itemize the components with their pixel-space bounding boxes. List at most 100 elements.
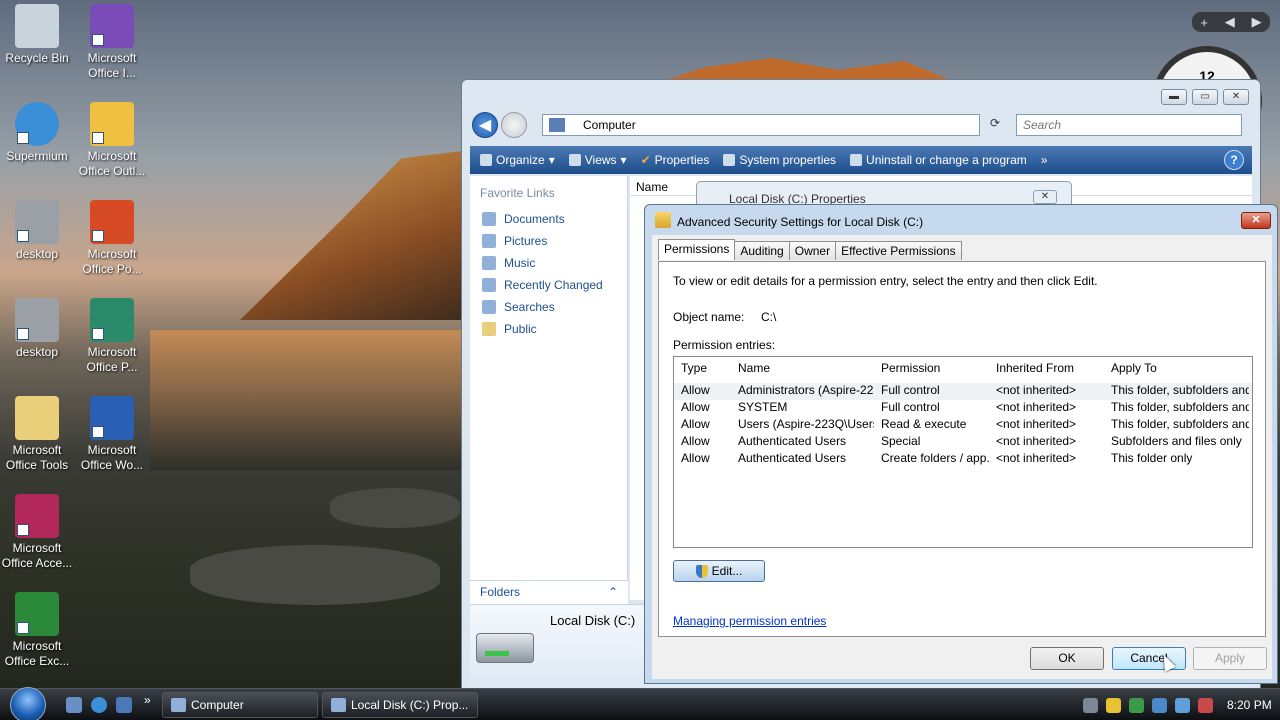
desktop-icon-publisher[interactable]: Microsoft Office P... [72, 298, 152, 375]
column-permission[interactable]: Permission [881, 361, 991, 375]
music-icon [482, 256, 496, 270]
folders-toggle[interactable]: Folders ⌃ [470, 580, 628, 604]
wallpaper-rock [190, 545, 440, 605]
drive-icon [331, 698, 346, 712]
table-row[interactable]: Allow Authenticated Users Special <not i… [674, 434, 1252, 451]
table-row[interactable]: Allow SYSTEM Full control <not inherited… [674, 400, 1252, 417]
taskbar-clock[interactable]: 8:20 PM [1227, 698, 1272, 712]
list-header: Type Name Permission Inherited From Appl… [674, 361, 1252, 381]
desktop-icon-office-tools[interactable]: Microsoft Office Tools [0, 396, 77, 473]
system-properties-icon [723, 154, 736, 166]
desktop-icon-word[interactable]: Microsoft Office Wo... [72, 396, 152, 473]
favorite-links-heading: Favorite Links [480, 186, 555, 200]
desktop-icon-desktop-2[interactable]: desktop [0, 298, 77, 360]
next-gadget-icon[interactable]: ▶ [1252, 14, 1262, 30]
tab-permissions[interactable]: Permissions [658, 239, 736, 260]
views-button[interactable]: Views ▾ [568, 153, 627, 167]
powerpoint-icon [90, 200, 134, 244]
properties-button[interactable]: ✔ Properties [641, 153, 710, 167]
advanced-security-dialog[interactable]: Advanced Security Settings for Local Dis… [644, 204, 1278, 684]
favorite-link-music[interactable]: Music [470, 252, 627, 274]
uninstall-icon [850, 154, 863, 166]
dialog-close-button[interactable]: ✕ [1241, 212, 1271, 229]
desktop-icon-excel[interactable]: Microsoft Office Exc... [0, 592, 77, 669]
minimize-button[interactable]: ▬ [1161, 89, 1187, 105]
volume-muted-icon[interactable] [1198, 697, 1213, 713]
managing-permissions-link[interactable]: Managing permission entries [673, 614, 826, 628]
permission-entries-label: Permission entries: [673, 338, 776, 352]
gadget-sidebar-controls[interactable]: + ◀ ▶ [1192, 12, 1270, 32]
back-button[interactable]: ◀ [472, 112, 498, 138]
computer-icon [549, 118, 565, 132]
network-tray-icon[interactable] [1083, 697, 1098, 713]
switch-windows-icon[interactable] [116, 697, 132, 713]
edit-button[interactable]: Edit... [673, 560, 765, 582]
prev-gadget-icon[interactable]: ◀ [1225, 14, 1235, 30]
help-icon[interactable]: ? [1224, 150, 1244, 170]
column-apply-to[interactable]: Apply To [1111, 361, 1249, 375]
desktop-icon-recycle-bin[interactable]: Recycle Bin [0, 4, 77, 66]
settings-gear-icon [15, 200, 59, 244]
office-infopath-icon [90, 4, 134, 48]
table-row[interactable]: Allow Administrators (Aspire-223... Full… [674, 383, 1252, 400]
ok-button[interactable]: OK [1030, 647, 1104, 670]
checkmark-icon: ✔ [640, 153, 651, 167]
object-name-value: C:\ [761, 310, 777, 324]
more-commands-button[interactable]: » [1041, 153, 1048, 167]
favorite-link-documents[interactable]: Documents [470, 208, 627, 230]
desktop-icon-access[interactable]: Microsoft Office Acce... [0, 494, 77, 571]
favorite-link-public[interactable]: Public [470, 318, 627, 340]
tray-icon[interactable] [1129, 697, 1144, 713]
desktop-icon-outlook[interactable]: Microsoft Office Outl... [72, 102, 152, 179]
tab-auditing[interactable]: Auditing [734, 241, 790, 260]
show-desktop-icon[interactable] [66, 697, 82, 713]
column-name[interactable]: Name [738, 361, 874, 375]
table-row[interactable]: Allow Users (Aspire-223Q\Users) Read & e… [674, 417, 1252, 434]
instructions-text: To view or edit details for a permission… [673, 274, 1098, 288]
organize-button[interactable]: Organize ▾ [480, 153, 555, 167]
column-type[interactable]: Type [681, 361, 731, 375]
favorite-link-searches[interactable]: Searches [470, 296, 627, 318]
address-bar[interactable]: Computer [542, 114, 980, 136]
dialog-title: Advanced Security Settings for Local Dis… [677, 215, 924, 229]
browser-quicklaunch-icon[interactable] [91, 697, 107, 713]
add-gadget-icon[interactable]: + [1200, 15, 1208, 30]
forward-button[interactable] [501, 112, 527, 138]
tab-effective-permissions[interactable]: Effective Permissions [835, 241, 962, 260]
desktop-icon-supermium[interactable]: Supermium [0, 102, 77, 164]
wallpaper-lake [150, 330, 470, 470]
recycle-bin-icon [15, 4, 59, 48]
system-properties-button[interactable]: System properties [723, 153, 836, 167]
chevron-up-icon: ⌃ [607, 585, 618, 599]
object-name-label: Object name: [673, 310, 745, 324]
column-inherited-from[interactable]: Inherited From [996, 361, 1106, 375]
tab-owner[interactable]: Owner [788, 241, 837, 260]
word-icon [90, 396, 134, 440]
close-button[interactable]: ✕ [1223, 89, 1249, 105]
search-input[interactable]: Search [1016, 114, 1242, 136]
uninstall-program-button[interactable]: Uninstall or change a program [850, 153, 1027, 167]
hard-drive-icon [476, 633, 534, 663]
taskbar-button-computer[interactable]: Computer [162, 692, 318, 718]
desktop-icon-office-infopath[interactable]: Microsoft Office I... [72, 4, 152, 81]
network-connection-icon[interactable] [1175, 697, 1190, 713]
start-button[interactable] [10, 687, 46, 720]
desktop-icon-powerpoint[interactable]: Microsoft Office Po... [72, 200, 152, 277]
quicklaunch-more-button[interactable]: » [144, 693, 151, 707]
taskbar-button-local-disk-properties[interactable]: Local Disk (C:) Prop... [322, 692, 478, 718]
security-shield-tray-icon[interactable] [1106, 697, 1121, 713]
system-tray: 8:20 PM [1075, 689, 1280, 720]
favorite-link-pictures[interactable]: Pictures [470, 230, 627, 252]
excel-icon [15, 592, 59, 636]
maximize-button[interactable]: ▭ [1192, 89, 1218, 105]
refresh-icon[interactable]: ⟳ [990, 116, 1000, 130]
properties-close-button[interactable]: ✕ [1033, 190, 1057, 204]
tray-icon[interactable] [1152, 697, 1167, 713]
desktop-icon-desktop-1[interactable]: desktop [0, 200, 77, 262]
permission-entries-list[interactable]: Type Name Permission Inherited From Appl… [673, 356, 1253, 548]
favorite-link-recently-changed[interactable]: Recently Changed [470, 274, 627, 296]
permissions-panel: To view or edit details for a permission… [658, 261, 1266, 637]
searches-icon [482, 300, 496, 314]
apply-button[interactable]: Apply [1193, 647, 1267, 670]
table-row[interactable]: Allow Authenticated Users Create folders… [674, 451, 1252, 468]
